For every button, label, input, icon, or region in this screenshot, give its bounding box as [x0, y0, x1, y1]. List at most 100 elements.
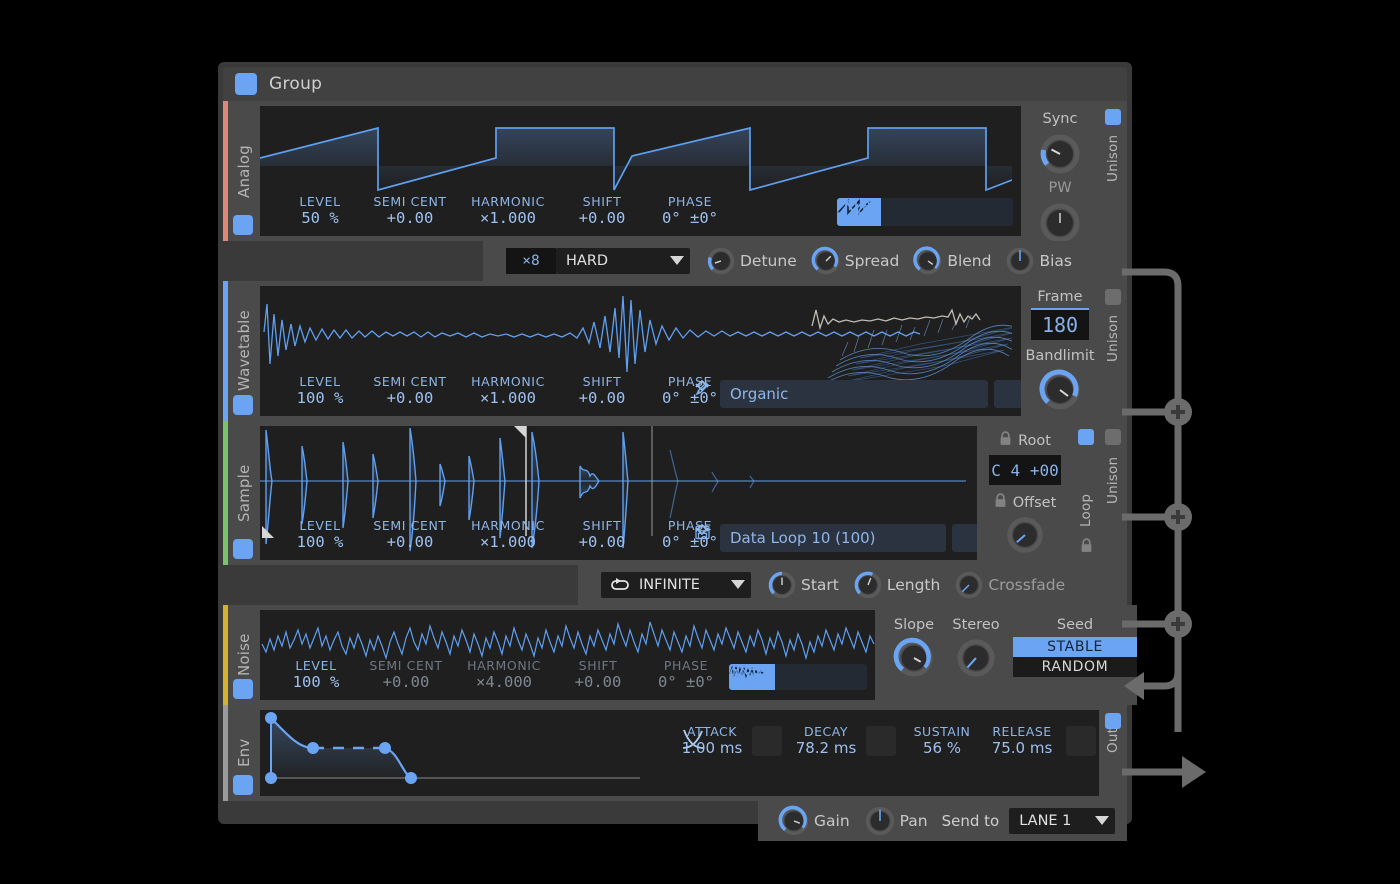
- group-enable-toggle[interactable]: [235, 73, 257, 95]
- wavetable-param-shift[interactable]: SHIFT +0.00: [558, 374, 646, 408]
- loop-mode-combo[interactable]: INFINITE: [601, 572, 751, 598]
- sum-junction-2[interactable]: [1164, 503, 1192, 531]
- detune-knob[interactable]: [706, 246, 736, 276]
- spread-label: Spread: [844, 252, 900, 270]
- sample-param-phase[interactable]: PHASE 0° ±0°: [646, 518, 734, 552]
- analog-param-phase[interactable]: PHASE 0° ±0°: [646, 194, 734, 228]
- wavetable-scope[interactable]: Organic LEVEL 100 % SEMI CENT +0.00 HARM…: [260, 286, 1021, 416]
- root-lock-icon[interactable]: [999, 431, 1012, 450]
- noise-param-shift[interactable]: SHIFT +0.00: [554, 658, 642, 692]
- sample-unison-toggle[interactable]: [1105, 429, 1121, 445]
- wavetable-param-phase[interactable]: PHASE 0° ±0°: [646, 374, 734, 408]
- wavetable-unison-toggle[interactable]: [1105, 289, 1121, 305]
- decay-curve-icon[interactable]: [683, 726, 896, 756]
- env-release-value: 75.0 ms: [991, 739, 1053, 757]
- stereo-knob[interactable]: [955, 637, 997, 679]
- crossfade-knob[interactable]: [954, 570, 984, 600]
- noise-param-phase[interactable]: PHASE 0° ±0°: [642, 658, 730, 692]
- env-node-decay: [307, 742, 319, 754]
- sample-loop-toggle[interactable]: [1078, 429, 1094, 445]
- noise-scope[interactable]: LEVEL 100 % SEMI CENT +0.00 HARMONIC ×4.…: [260, 610, 875, 700]
- sample-param-shift[interactable]: SHIFT +0.00: [558, 518, 646, 552]
- output-arrow-icon: [1182, 756, 1206, 788]
- env-graph[interactable]: [260, 710, 668, 796]
- loop-length-knob[interactable]: [853, 570, 883, 600]
- loop-start-knob[interactable]: [767, 570, 797, 600]
- param-value: +0.00: [578, 533, 626, 551]
- gain-knob[interactable]: [778, 805, 810, 837]
- analog-param-shift[interactable]: SHIFT +0.00: [558, 194, 646, 228]
- sample-loop-column[interactable]: Loop: [1073, 421, 1099, 565]
- bias-knob[interactable]: [1005, 246, 1035, 276]
- unison-voices[interactable]: ×8: [506, 248, 556, 274]
- pan-knob[interactable]: [864, 805, 896, 837]
- analog-param-harmonic[interactable]: HARMONIC ×1.000: [458, 194, 558, 228]
- loop-length-label: Length: [886, 576, 941, 594]
- env-out-toggle[interactable]: [1105, 713, 1121, 729]
- noise-param-semi-cent[interactable]: SEMI CENT +0.00: [358, 658, 454, 692]
- bias-label: Bias: [1039, 252, 1072, 270]
- param-value: +0.00: [578, 209, 626, 227]
- bandlimit-knob[interactable]: [1038, 368, 1082, 412]
- root-label: Root: [1018, 432, 1051, 449]
- attack-curve-icon[interactable]: [682, 726, 782, 756]
- unison-mode-combo[interactable]: HARD: [556, 248, 690, 274]
- env-enable-toggle[interactable]: [233, 775, 253, 795]
- seed-option-stable[interactable]: STABLE: [1013, 637, 1137, 657]
- wavetable-param-level[interactable]: LEVEL 100 %: [278, 374, 362, 408]
- sum-junction-1[interactable]: [1164, 398, 1192, 426]
- env-release-label: RELEASE: [992, 724, 1052, 739]
- param-label: HARMONIC: [471, 374, 545, 389]
- spread-knob[interactable]: [811, 246, 841, 276]
- chevron-down-icon: [670, 253, 684, 269]
- pw-knob[interactable]: [1038, 201, 1082, 245]
- env-decay[interactable]: DECAY 78.2 ms: [792, 724, 860, 758]
- sample-loop-lock-icon[interactable]: [1080, 538, 1093, 557]
- offset-lock-icon[interactable]: [994, 493, 1007, 512]
- offset-label: Offset: [1012, 494, 1057, 511]
- wavetable-enable-toggle[interactable]: [233, 395, 253, 415]
- noise-param-level[interactable]: LEVEL 100 %: [274, 658, 358, 692]
- blend-knob[interactable]: [913, 246, 943, 276]
- wavetable-param-semi-cent[interactable]: SEMI CENT +0.00: [362, 374, 458, 408]
- adsr-curve: [265, 712, 640, 784]
- offset-knob[interactable]: [1005, 515, 1045, 555]
- sample-param-harmonic[interactable]: HARMONIC ×1.000: [458, 518, 558, 552]
- sample-scope[interactable]: Data Loop 10 (100) LEVEL 100 % SEMI CENT: [260, 426, 977, 560]
- analog-enable-toggle[interactable]: [233, 215, 253, 235]
- gain-label: Gain: [814, 812, 850, 830]
- group-titlebar: Group: [223, 67, 1127, 101]
- sync-knob[interactable]: [1038, 132, 1082, 176]
- seed-option-random[interactable]: RANDOM: [1013, 657, 1137, 677]
- release-curve-icon[interactable]: [683, 726, 1096, 756]
- wavetable-param-harmonic[interactable]: HARMONIC ×1.000: [458, 374, 558, 408]
- unison-mode-value: HARD: [566, 253, 609, 269]
- send-to-combo[interactable]: LANE 1: [1009, 808, 1116, 834]
- frame-value[interactable]: 180: [1031, 310, 1089, 340]
- env-sustain[interactable]: SUSTAIN 56 %: [906, 724, 978, 758]
- param-value: +0.00: [382, 673, 430, 691]
- sample-param-semi-cent[interactable]: SEMI CENT +0.00: [362, 518, 458, 552]
- sum-junction-3[interactable]: [1164, 610, 1192, 638]
- param-label: PHASE: [667, 194, 713, 209]
- sample-enable-toggle[interactable]: [233, 539, 253, 559]
- analog-param-level[interactable]: LEVEL 50 %: [278, 194, 362, 228]
- env-rail: Env: [228, 705, 260, 801]
- sample-module: Sample Data Loop 10 (100) LEVEL 100 % SE…: [223, 421, 1127, 565]
- routing-graph: [1122, 268, 1206, 788]
- noise-param-harmonic[interactable]: HARMONIC ×4.000: [454, 658, 554, 692]
- noise-param-row: LEVEL 100 % SEMI CENT +0.00 HARMONIC ×4.…: [260, 656, 875, 700]
- sample-param-level[interactable]: LEVEL 100 %: [278, 518, 362, 552]
- slope-knob[interactable]: [893, 637, 935, 679]
- analog-param-semi-cent[interactable]: SEMI CENT +0.00: [362, 194, 458, 228]
- env-release[interactable]: RELEASE 75.0 ms: [984, 724, 1060, 758]
- noise-enable-toggle[interactable]: [233, 679, 253, 699]
- param-label: SHIFT: [582, 374, 622, 389]
- root-value[interactable]: C 4 +00: [989, 455, 1061, 485]
- param-label: PHASE: [667, 518, 713, 533]
- plugin-window: Group Analog LEVEL 50 % SEMI CENT +0.00 …: [218, 62, 1206, 841]
- analog-unison-toggle[interactable]: [1105, 109, 1121, 125]
- param-label: PHASE: [667, 374, 713, 389]
- param-value: +0.00: [386, 389, 434, 407]
- analog-scope[interactable]: LEVEL 50 % SEMI CENT +0.00 HARMONIC ×1.0…: [260, 106, 1021, 236]
